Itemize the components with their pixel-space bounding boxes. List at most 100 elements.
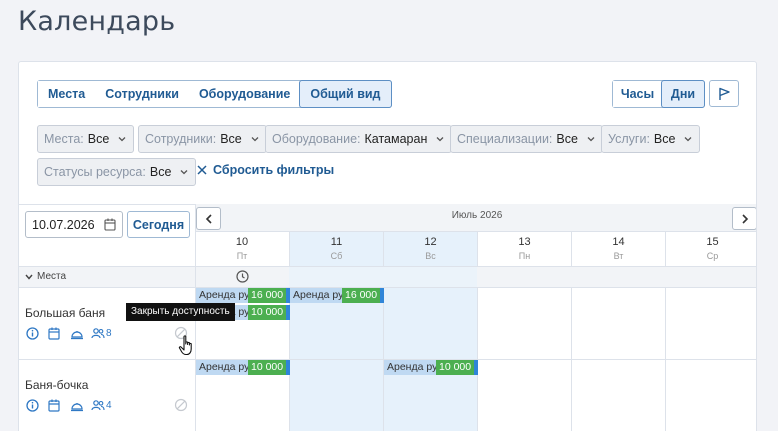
schedule-icon[interactable] (47, 326, 62, 341)
chevron-down-icon (685, 137, 692, 142)
resource-name: Баня-бочка (25, 378, 89, 392)
next-button[interactable] (732, 207, 756, 230)
chevron-down-icon (25, 274, 33, 280)
booking-chip[interactable]: Аренда ру 16 000 (196, 288, 291, 303)
filter-specializations[interactable]: Специализации: Все (450, 125, 603, 153)
filter-equipment[interactable]: Оборудование: Катамаран (265, 125, 453, 153)
day-number: 10 (235, 236, 249, 248)
month-label: Июль 2026 (451, 210, 503, 221)
column-divider (195, 267, 196, 287)
reset-filters-label: Сбросить фильтры (213, 163, 335, 177)
booking-name: Аренда ру (196, 360, 248, 375)
filter-label: Места: (44, 132, 84, 146)
booking-chip[interactable]: Аренда ру10 000 (384, 360, 479, 375)
month-navigation: Июль 2026 (196, 204, 756, 232)
booking-price: 10 000 (248, 360, 287, 375)
booking-marker (286, 360, 291, 375)
clock-icon[interactable] (236, 270, 249, 283)
resource-name: Большая баня (25, 306, 106, 320)
day-header[interactable]: 12 Вс (383, 232, 477, 266)
weekend-shade (289, 267, 477, 287)
day-number: 14 (612, 236, 625, 248)
service-icon[interactable] (69, 326, 84, 341)
date-field[interactable]: 10.07.2026 (25, 211, 123, 238)
filter-value: Все (220, 132, 242, 146)
booking-name: Аренда ру (196, 288, 248, 303)
flag-icon (719, 87, 730, 100)
day-number: 13 (518, 236, 531, 248)
close-icon (197, 165, 207, 175)
filter-value: Все (149, 165, 172, 179)
resource-actions: 4 (25, 398, 112, 413)
resource-row: Баня-бочка 4 Аренда ру 10 000 Аренда ру 10… (19, 360, 756, 431)
capacity-indicator: 8 (91, 326, 112, 341)
day-name: Сб (330, 251, 343, 261)
service-icon[interactable] (69, 398, 84, 413)
chevron-down-icon (587, 137, 595, 142)
tab-employees[interactable]: Сотрудники (95, 81, 189, 107)
tab-places[interactable]: Места (38, 81, 96, 107)
day-name: Ср (706, 251, 719, 261)
info-icon[interactable] (25, 398, 40, 413)
booking-price: 10 000 (248, 305, 287, 320)
calendar-card: Места Сотрудники Оборудование Общий вид … (18, 61, 757, 431)
filter-value: Все (556, 132, 578, 146)
block-availability-icon[interactable] (174, 398, 188, 412)
tab-days[interactable]: Дни (661, 80, 705, 108)
group-row-places[interactable]: Места (19, 266, 756, 288)
tooltip: Закрыть доступность (126, 303, 235, 321)
chevron-down-icon (180, 170, 188, 175)
users-icon (91, 400, 105, 411)
booking-chip[interactable]: Аренда ру 16 000 (290, 288, 385, 303)
flag-button[interactable] (709, 80, 739, 107)
filter-value: Катамаран (364, 132, 428, 146)
booking-name: Аренда ру (384, 360, 436, 375)
filter-places[interactable]: Места: Все (37, 125, 135, 153)
date-value: 10.07.2026 (32, 217, 95, 232)
tab-hours[interactable]: Часы (613, 81, 662, 107)
booking-name: Аренда ру (290, 288, 342, 303)
hand-cursor-icon (178, 335, 192, 356)
page-title: Календарь (18, 6, 176, 37)
day-header[interactable]: 11 Сб (289, 232, 383, 266)
booking-marker (286, 305, 291, 320)
users-icon (91, 328, 105, 339)
chevron-down-icon (118, 137, 126, 142)
day-name: Вт (613, 251, 624, 261)
chevron-right-icon (741, 213, 748, 224)
booking-marker (380, 288, 385, 303)
chevron-down-icon (251, 137, 259, 142)
filter-value: Все (87, 132, 110, 146)
day-header[interactable]: 10 Пт (195, 232, 289, 266)
capacity-value: 8 (106, 328, 112, 339)
filter-label: Оборудование: (272, 132, 361, 146)
scale-tabs: Часы Дни (612, 80, 705, 108)
calendar-icon (104, 218, 116, 231)
reset-filters-button[interactable]: Сбросить фильтры (197, 163, 334, 177)
day-name: Вс (425, 251, 436, 261)
capacity-value: 4 (106, 400, 112, 411)
tab-overview[interactable]: Общий вид (299, 80, 392, 108)
filter-label: Специализации: (457, 132, 553, 146)
booking-marker (474, 360, 479, 375)
day-name: Пт (236, 251, 248, 261)
day-number: 11 (330, 236, 343, 248)
today-button[interactable]: Сегодня (127, 211, 190, 238)
filter-employees[interactable]: Сотрудники: Все (138, 125, 267, 153)
schedule-icon[interactable] (47, 398, 62, 413)
capacity-indicator: 4 (91, 398, 112, 413)
filter-resource-status[interactable]: Статусы ресурса: Все (37, 158, 197, 186)
resource-row: Большая баня 8 Аренда ру 16 000 Аренда ру… (19, 288, 756, 360)
booking-price: 10 000 (436, 360, 475, 375)
resource-actions: 8 (25, 326, 112, 341)
filter-services[interactable]: Услуги: Все (601, 125, 701, 153)
day-number: 15 (706, 236, 719, 248)
filter-label: Услуги: (608, 132, 650, 146)
tab-equipment[interactable]: Оборудование (188, 81, 301, 107)
info-icon[interactable] (25, 326, 40, 341)
day-name: Пн (518, 251, 531, 261)
filter-label: Сотрудники: (145, 132, 217, 146)
booking-chip[interactable]: Аренда ру10 000 (196, 360, 291, 375)
chevron-down-icon (436, 137, 444, 142)
group-label: Места (37, 271, 67, 282)
